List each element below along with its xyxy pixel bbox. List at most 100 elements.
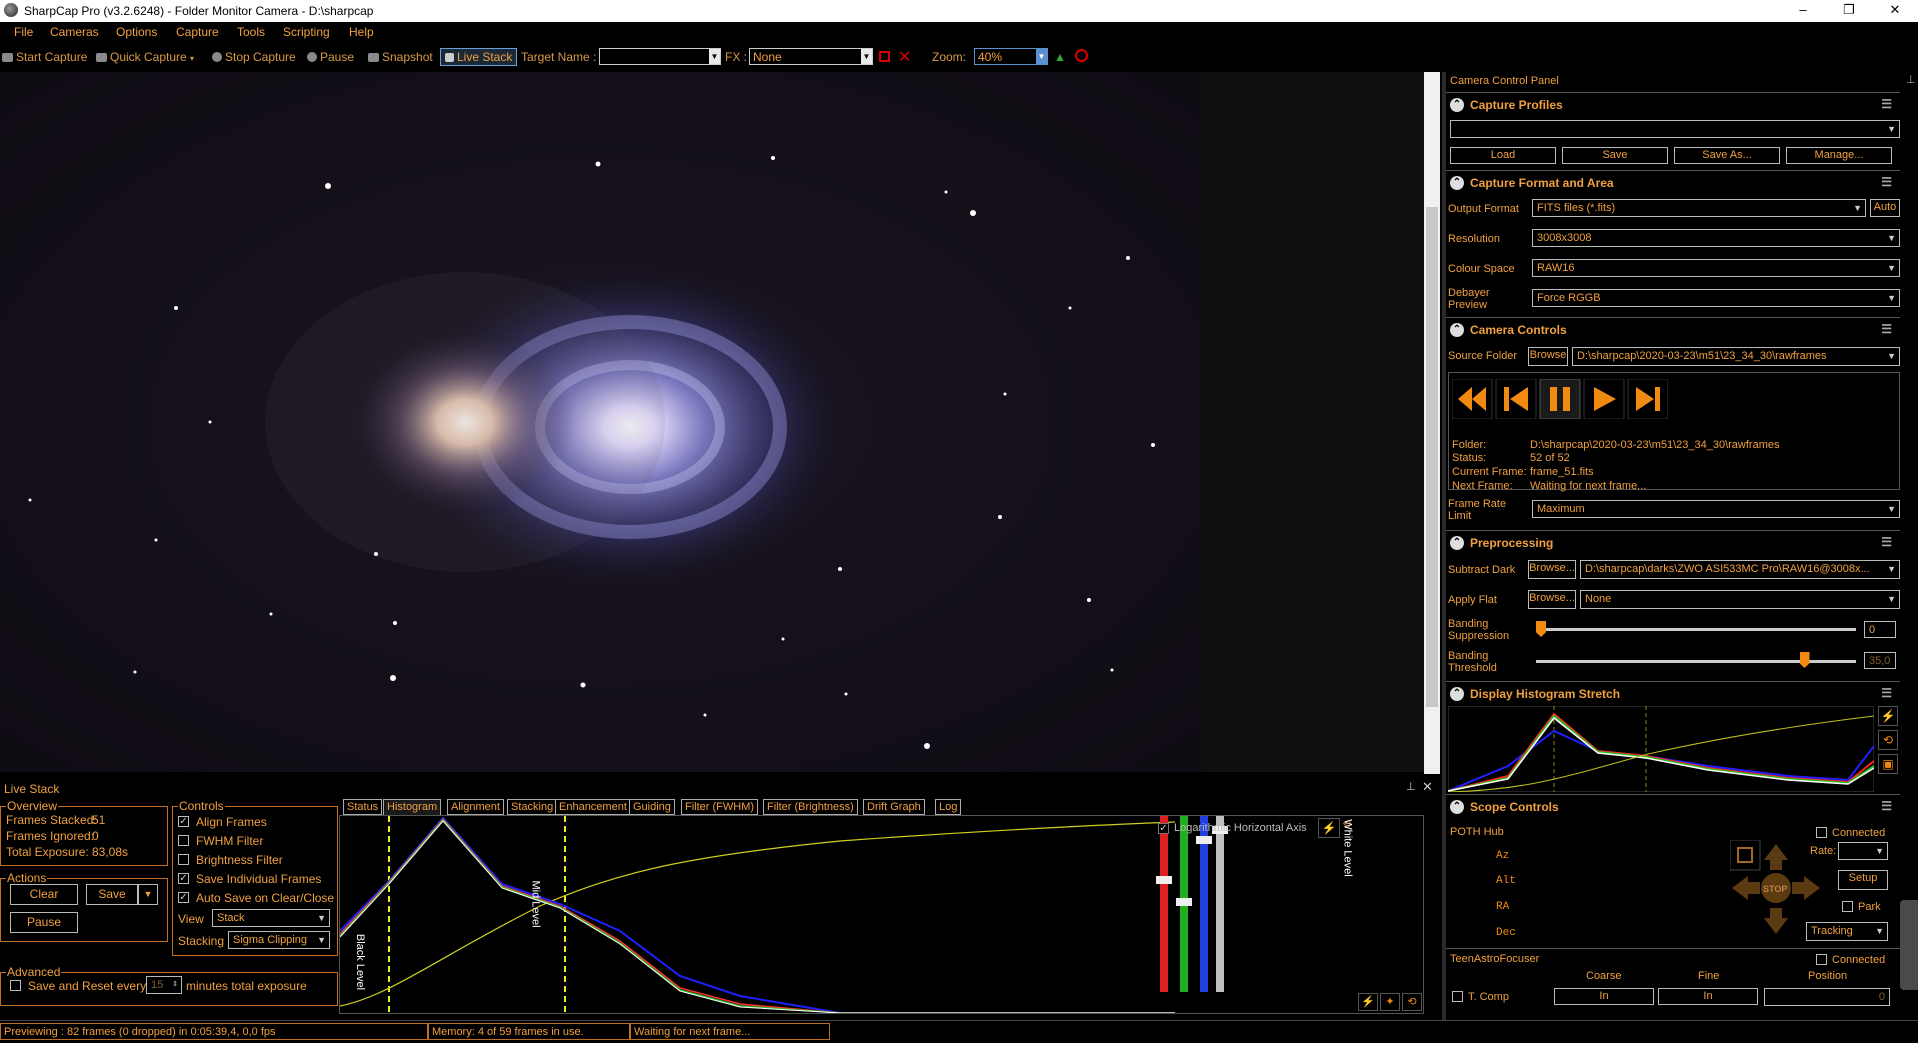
clear-button[interactable]: Clear (10, 884, 78, 905)
step-forward-icon[interactable] (1627, 379, 1668, 419)
tab-status[interactable]: Status (343, 799, 383, 815)
subtract-dark-select[interactable]: D:\sharpcap\darks\ZWO ASI533MC Pro\RAW16… (1580, 560, 1900, 579)
scope-connected-checkbox[interactable] (1816, 827, 1827, 838)
section-scope-controls[interactable]: ⌃ Scope Controls ☰ (1446, 794, 1900, 819)
scrollbar-thumb[interactable] (1426, 207, 1438, 707)
collapse-icon[interactable]: ⌃ (1450, 800, 1464, 814)
play-icon[interactable] (1583, 379, 1625, 419)
panel-side-handle[interactable] (1900, 900, 1918, 990)
arrow-left-icon[interactable] (1732, 876, 1760, 900)
menu-capture[interactable]: Capture (176, 25, 219, 39)
minutes-stepper[interactable]: 15 ⇕ (146, 976, 182, 994)
fine-in-button[interactable]: In (1658, 988, 1758, 1005)
collapse-icon[interactable]: ⌃ (1450, 98, 1464, 112)
auto-stretch-icon[interactable]: ⚡ (1878, 706, 1898, 726)
menu-options[interactable]: Options (116, 25, 157, 39)
pin-icon[interactable]: ⊥ (1406, 780, 1416, 793)
menu-tools[interactable]: Tools (237, 25, 265, 39)
tab-guiding[interactable]: Guiding (629, 799, 675, 815)
auto-stretch-icon[interactable]: ⚡ (1358, 993, 1378, 1011)
collapse-icon[interactable]: ⌃ (1450, 687, 1464, 701)
reset-stretch-icon[interactable]: ⟲ (1878, 730, 1898, 750)
image-scrollbar[interactable] (1424, 72, 1440, 774)
menu-icon[interactable]: ☰ (1881, 97, 1892, 111)
scope-setup-button[interactable]: Setup (1838, 870, 1888, 890)
tab-filter-brightness[interactable]: Filter (Brightness) (763, 799, 858, 815)
debayer-select[interactable]: Force RGGB ▼ (1532, 289, 1900, 307)
step-back-icon[interactable] (1495, 379, 1537, 419)
capture-profile-select[interactable]: ▼ (1450, 120, 1900, 138)
browse-flat-button[interactable]: Browse... (1528, 590, 1576, 609)
controls-checkbox[interactable] (178, 854, 189, 865)
snapshot-button[interactable]: Snapshot (368, 50, 433, 64)
auto-levels-icon[interactable]: ⚡ (1318, 818, 1340, 838)
stacking-select[interactable]: Sigma Clipping ▼ (228, 931, 330, 949)
pause-stack-button[interactable]: Pause (10, 912, 78, 933)
minimize-button[interactable]: – (1780, 0, 1826, 22)
stack-histogram-graph[interactable] (339, 816, 1423, 1014)
level-sliders[interactable] (1156, 816, 1228, 992)
histogram-icon[interactable]: ▲ (1054, 50, 1066, 64)
pause-playback-icon[interactable] (1539, 379, 1581, 419)
chevron-down-icon[interactable]: ▼ (1036, 49, 1047, 64)
tab-drift-graph[interactable]: Drift Graph (863, 799, 925, 815)
log-axis-checkbox[interactable]: ✓ (1158, 823, 1169, 834)
menu-icon[interactable]: ☰ (1881, 322, 1892, 336)
panel-splitter[interactable] (1442, 72, 1446, 1020)
save-as-profile-button[interactable]: Save As... (1674, 147, 1780, 164)
view-select[interactable]: Stack ▼ (212, 909, 330, 927)
tab-histogram[interactable]: Histogram (383, 799, 442, 815)
collapse-icon[interactable]: ⌃ (1450, 536, 1464, 550)
tracking-select[interactable]: Tracking ▼ (1806, 922, 1888, 941)
resolution-select[interactable]: 3008x3008 ▼ (1532, 229, 1900, 247)
section-preprocessing[interactable]: ⌃ Preprocessing ☰ (1446, 530, 1900, 555)
section-display-histogram[interactable]: ⌃ Display Histogram Stretch ☰ (1446, 681, 1900, 706)
display-histogram-graph[interactable] (1448, 706, 1874, 792)
collapse-icon[interactable]: ⌃ (1450, 323, 1464, 337)
star-icon[interactable]: ✦ (1380, 993, 1400, 1011)
save-options-dropdown[interactable]: ▼ (138, 884, 158, 905)
tab-alignment[interactable]: Alignment (447, 799, 504, 815)
t-comp-checkbox[interactable] (1452, 991, 1463, 1002)
save-reset-checkbox[interactable] (10, 980, 21, 991)
section-capture-format[interactable]: ⌃ Capture Format and Area ☰ (1446, 170, 1900, 195)
rewind-icon[interactable] (1452, 379, 1493, 419)
menu-file[interactable]: File (14, 25, 33, 39)
start-capture-button[interactable]: Start Capture (2, 50, 87, 64)
park-checkbox[interactable] (1842, 901, 1853, 912)
section-camera-controls[interactable]: ⌃ Camera Controls ☰ (1446, 317, 1900, 342)
menu-cameras[interactable]: Cameras (50, 25, 99, 39)
collapse-icon[interactable]: ⌃ (1450, 176, 1464, 190)
manage-profiles-button[interactable]: Manage... (1786, 147, 1892, 164)
menu-icon[interactable]: ☰ (1881, 535, 1892, 549)
arrow-right-icon[interactable] (1792, 876, 1820, 900)
menu-icon[interactable]: ☰ (1881, 175, 1892, 189)
menu-icon[interactable]: ☰ (1881, 799, 1892, 813)
tab-stacking[interactable]: Stacking (507, 799, 558, 815)
live-stack-button[interactable]: Live Stack (440, 48, 518, 66)
tab-enhancement[interactable]: Enhancement (555, 799, 631, 815)
arrow-up-icon[interactable] (1764, 844, 1788, 870)
focuser-connected-checkbox[interactable] (1816, 954, 1827, 965)
controls-checkbox[interactable]: ✓ (178, 873, 189, 884)
close-live-stack-icon[interactable]: ✕ (1422, 779, 1433, 795)
banding-suppression-slider[interactable] (1536, 628, 1856, 631)
tab-log[interactable]: Log (935, 799, 962, 815)
frame-rate-select[interactable]: Maximum ▼ (1532, 500, 1900, 518)
rate-select[interactable]: ▼ (1838, 842, 1888, 860)
save-stretch-icon[interactable]: ▣ (1878, 754, 1898, 774)
clear-region-icon[interactable]: ✕ (898, 47, 911, 67)
save-profile-button[interactable]: Save (1562, 147, 1668, 164)
banding-threshold-input[interactable]: 35,0 (1864, 652, 1896, 669)
source-folder-select[interactable]: D:\sharpcap\2020-03-23\m51\23_34_30\rawf… (1572, 347, 1900, 366)
save-stack-button[interactable]: Save (86, 884, 138, 905)
fx-select[interactable]: None ▼ (749, 48, 873, 65)
zoom-select[interactable]: 40% ▼ (974, 48, 1048, 65)
browse-source-button[interactable]: Browse (1528, 347, 1568, 366)
chevron-down-icon[interactable]: ▼ (861, 49, 872, 64)
coarse-in-button[interactable]: In (1554, 988, 1654, 1005)
reset-icon[interactable]: ⟲ (1402, 993, 1422, 1011)
banding-threshold-thumb[interactable] (1799, 652, 1810, 668)
colour-space-select[interactable]: RAW16 ▼ (1532, 259, 1900, 277)
maximize-button[interactable]: ❐ (1826, 0, 1872, 22)
